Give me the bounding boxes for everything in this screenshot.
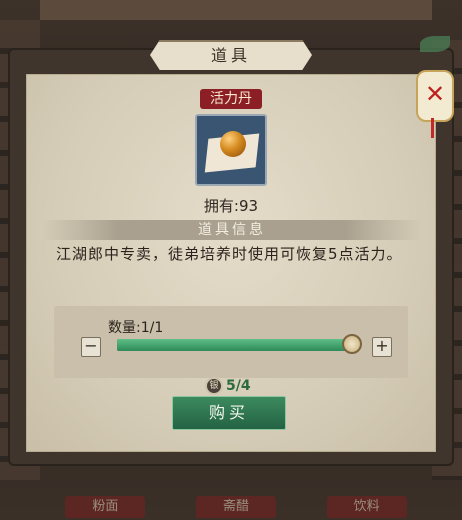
quantity-label: 数量:1/1: [108, 320, 164, 336]
cost-value: 5/4: [226, 378, 251, 394]
background-tab: 斋醋: [195, 496, 276, 518]
quantity-slider-handle[interactable]: [342, 334, 362, 354]
dialog-title: 道具: [150, 40, 312, 70]
increase-quantity-button[interactable]: +: [372, 337, 392, 357]
background-top-bar: [40, 0, 432, 20]
cost-row: 银 5/4: [205, 375, 251, 397]
coin-icon: 银: [205, 377, 223, 395]
quantity-slider-fill: [117, 339, 357, 351]
item-image: [195, 114, 267, 186]
close-button[interactable]: ✕: [416, 70, 454, 122]
decrease-quantity-button[interactable]: −: [81, 337, 101, 357]
item-name: 活力丹: [200, 89, 262, 109]
section-header-item-info: 道具信息: [42, 220, 422, 240]
leaf-decoration-icon: [420, 36, 450, 52]
owned-count: 拥有:93: [203, 197, 259, 215]
lantern-tassel-decoration: [431, 118, 434, 138]
close-x-icon: ✕: [424, 80, 446, 108]
quantity-slider[interactable]: [117, 339, 357, 351]
background-tab: 饮料: [326, 496, 407, 518]
background-tab: 粉面: [65, 496, 146, 518]
buy-button[interactable]: 购买: [172, 396, 286, 430]
background-tabs: 粉面 斋醋 饮料: [40, 460, 432, 520]
item-description: 江湖郎中专卖，徒弟培养时使用可恢复5点活力。: [56, 245, 403, 263]
pill-icon: [220, 131, 246, 157]
